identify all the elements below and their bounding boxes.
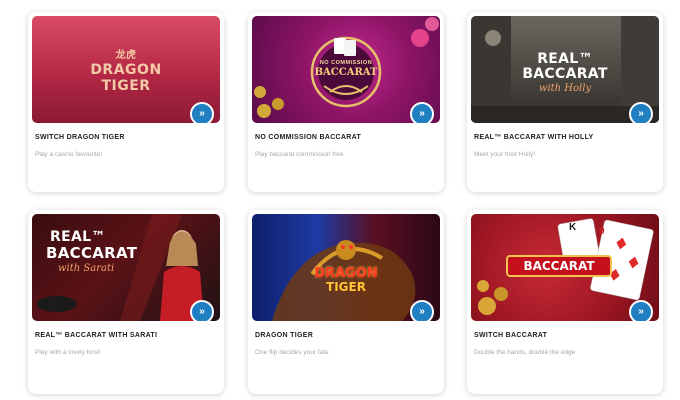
game-title[interactable]: REAL™ BACCARAT WITH HOLLY	[474, 134, 663, 141]
game-title[interactable]: SWITCH DRAGON TIGER	[35, 134, 224, 141]
play-button[interactable]: »	[190, 102, 214, 123]
game-logo-line1: REAL™	[537, 51, 593, 67]
game-logo-line2: TIGER	[326, 280, 366, 294]
playing-card-rank-nine: 9	[599, 226, 605, 237]
double-chevron-right-icon: »	[419, 108, 425, 119]
double-chevron-right-icon: »	[199, 108, 205, 119]
play-button[interactable]: »	[190, 300, 214, 321]
game-description: Play baccarat commission free	[255, 151, 344, 158]
game-logo-host: with Sarati	[58, 263, 115, 274]
double-chevron-right-icon: »	[199, 306, 205, 317]
game-logo-line1: REAL™	[50, 229, 106, 245]
game-thumbnail[interactable]: REAL™ BACCARAT with Holly »	[471, 16, 659, 123]
game-thumbnail[interactable]: REAL™ BACCARAT with Sarati »	[32, 214, 220, 321]
game-thumbnail[interactable]: NO COMMISSION BACCARAT »	[252, 16, 440, 123]
game-thumbnail[interactable]: DRAGON TIGER »	[252, 214, 440, 321]
game-title[interactable]: DRAGON TIGER	[255, 332, 444, 339]
game-logo-line1: BACCARAT	[523, 259, 595, 273]
play-button[interactable]: »	[410, 102, 434, 123]
play-button[interactable]: »	[410, 300, 434, 321]
game-logo-line2: BACCARAT	[46, 244, 138, 262]
game-description: One flip decides your fate	[255, 349, 329, 356]
double-chevron-right-icon: »	[419, 306, 425, 317]
game-title[interactable]: SWITCH BACCARAT	[474, 332, 663, 339]
game-thumbnail[interactable]: 龙虎 DRAGON TIGER »	[32, 16, 220, 123]
game-card-dragon-tiger[interactable]: DRAGON TIGER » DRAGON TIGER One flip dec…	[248, 210, 444, 394]
playing-card-rank-king: K	[569, 222, 577, 233]
game-grid: 龙虎 DRAGON TIGER » SWITCH DRAGON TIGER Pl…	[0, 0, 680, 400]
game-thumbnail[interactable]: K 9 BACCARAT »	[471, 214, 659, 321]
game-card-no-commission-baccarat[interactable]: NO COMMISSION BACCARAT » NO COMMISSION B…	[248, 12, 444, 192]
double-chevron-right-icon: »	[638, 108, 644, 119]
game-description: Double the hands, double the edge	[474, 349, 576, 356]
game-logo-line1: DRAGON	[90, 62, 162, 78]
game-logo-line2: BACCARAT	[522, 66, 608, 82]
game-logo-host: with Holly	[538, 83, 592, 94]
game-logo-chinese: 龙虎	[115, 50, 137, 61]
game-title[interactable]: REAL™ BACCARAT WITH SARATI	[35, 332, 224, 339]
game-title[interactable]: NO COMMISSION BACCARAT	[255, 134, 444, 141]
game-card-switch-baccarat[interactable]: K 9 BACCARAT » SWITCH BACCARAT Double th…	[467, 210, 663, 394]
game-logo-subtitle: NO COMMISSION	[319, 60, 373, 66]
game-description: Play with a lovely host!	[35, 349, 101, 356]
game-logo-line1: DRAGON	[314, 266, 378, 281]
game-description: Play a casino favourite!	[35, 151, 103, 158]
game-card-real-baccarat-sarati[interactable]: REAL™ BACCARAT with Sarati » REAL™ BACCA…	[28, 210, 224, 394]
game-card-switch-dragon-tiger[interactable]: 龙虎 DRAGON TIGER » SWITCH DRAGON TIGER Pl…	[28, 12, 224, 192]
play-button[interactable]: »	[629, 102, 653, 123]
game-logo-line1: BACCARAT	[314, 67, 378, 78]
play-button[interactable]: »	[629, 300, 653, 321]
game-logo-line2: TIGER	[101, 78, 151, 94]
game-card-real-baccarat-holly[interactable]: REAL™ BACCARAT with Holly » REAL™ BACCAR…	[467, 12, 663, 192]
double-chevron-right-icon: »	[638, 306, 644, 317]
game-description: Meet your host Holly!	[474, 151, 536, 158]
